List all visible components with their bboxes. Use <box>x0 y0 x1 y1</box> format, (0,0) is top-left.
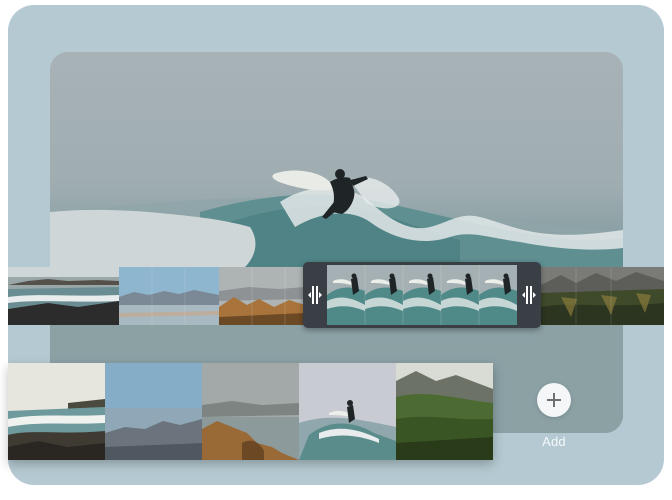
clip-thumbnail <box>119 267 219 325</box>
clip-thumbnail <box>541 267 664 325</box>
timeline-clip[interactable] <box>119 267 219 325</box>
clip-thumbnail <box>8 267 119 325</box>
media-thumbnail-image <box>299 363 396 460</box>
media-thumbnail[interactable] <box>396 363 493 460</box>
add-label: Add <box>542 434 566 449</box>
add-button[interactable] <box>537 383 571 417</box>
media-thumbnail-image <box>396 363 493 460</box>
media-thumbnail[interactable] <box>299 363 396 460</box>
clip-thumbnail <box>219 267 305 325</box>
timeline-clip[interactable] <box>219 267 305 325</box>
selected-clip[interactable] <box>303 262 541 328</box>
timeline-clip[interactable] <box>8 267 119 325</box>
clip-thumbnail <box>327 265 517 325</box>
media-thumbnail[interactable] <box>202 363 299 460</box>
trim-handle-right[interactable] <box>517 262 541 328</box>
selected-clip-frames <box>327 265 517 325</box>
media-thumbnail[interactable] <box>8 363 105 460</box>
trim-handle-right-icon <box>522 286 536 304</box>
media-thumbnail[interactable] <box>105 363 202 460</box>
media-library <box>8 363 493 460</box>
trim-handle-left-icon <box>308 286 322 304</box>
timeline-strip[interactable] <box>8 262 664 328</box>
plus-icon <box>547 393 561 407</box>
media-thumbnail-image <box>8 363 105 460</box>
media-thumbnail-image <box>105 363 202 460</box>
trim-handle-left[interactable] <box>303 262 327 328</box>
media-thumbnail-image <box>202 363 299 460</box>
timeline-clip[interactable] <box>541 267 664 325</box>
